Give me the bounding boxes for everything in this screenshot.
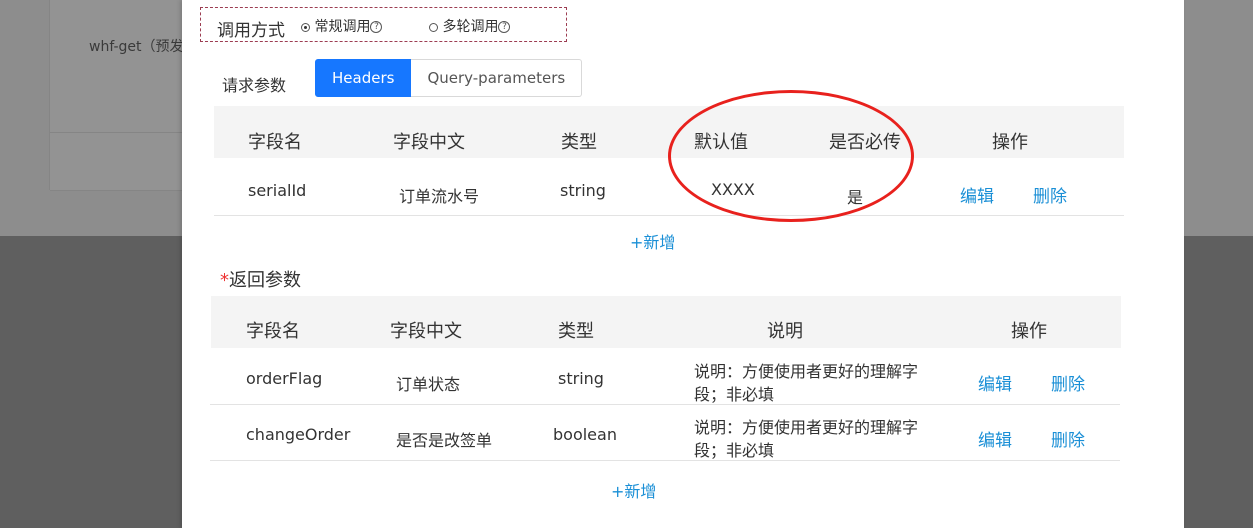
background-card — [49, 0, 190, 191]
field-type: string — [558, 369, 604, 388]
column-header: 说明 — [767, 321, 803, 342]
radio-label: 多轮调用 — [442, 19, 499, 35]
question-circle-icon[interactable]: ? — [370, 21, 383, 33]
response-table-header — [211, 296, 1121, 348]
tab-headers[interactable]: Headers — [315, 59, 412, 97]
field-description: 说明：方便使用者更好的理解字段；非必填 — [694, 362, 919, 404]
api-config-modal: 调用方式 常规调用? 多轮调用? 请求参数 Headers Query-para… — [182, 0, 1184, 528]
row-divider — [214, 215, 1124, 216]
request-tabs: Headers Query-parameters — [315, 59, 583, 97]
delete-link[interactable]: 删除 — [1051, 370, 1085, 395]
column-header: 字段中文 — [390, 321, 462, 342]
column-header: 类型 — [561, 132, 597, 153]
background-api-name: whf-get（预发 — [89, 39, 184, 55]
column-header: 字段中文 — [393, 132, 465, 153]
required-mark: * — [220, 270, 229, 291]
response-params-label: 返回参数 — [229, 270, 301, 291]
request-params-label: 请求参数 — [222, 76, 287, 95]
annotation-ellipse — [668, 90, 914, 222]
column-header: 操作 — [1011, 321, 1047, 342]
field-chinese: 订单状态 — [396, 375, 461, 394]
tab-query-parameters[interactable]: Query-parameters — [411, 59, 583, 97]
add-response-param-button[interactable]: +新增 — [611, 478, 656, 502]
field-chinese: 是否是改签单 — [396, 431, 493, 450]
field-chinese: 订单流水号 — [399, 187, 480, 206]
edit-link[interactable]: 编辑 — [978, 370, 1012, 395]
add-request-param-button[interactable]: +新增 — [630, 229, 675, 253]
radio-regular-call[interactable]: 常规调用? — [301, 16, 383, 36]
row-divider — [210, 460, 1120, 461]
radio-label: 常规调用 — [314, 19, 371, 35]
field-type: boolean — [553, 425, 617, 444]
column-header: 字段名 — [246, 321, 300, 342]
radio-unchecked-icon[interactable] — [429, 22, 438, 32]
edit-link[interactable]: 编辑 — [960, 182, 994, 207]
column-header: 操作 — [992, 132, 1028, 153]
field-name: changeOrder — [246, 425, 351, 444]
delete-link[interactable]: 删除 — [1051, 426, 1085, 451]
field-description: 说明：方便使用者更好的理解字段；非必填 — [694, 418, 919, 460]
edit-link[interactable]: 编辑 — [978, 426, 1012, 451]
call-mode-label: 调用方式 — [217, 21, 285, 41]
response-params-title: *返回参数 — [220, 266, 301, 292]
divider — [50, 132, 190, 133]
field-type: string — [560, 181, 606, 200]
question-circle-icon[interactable]: ? — [498, 21, 511, 33]
divider — [50, 190, 190, 191]
delete-link[interactable]: 删除 — [1033, 182, 1067, 207]
field-name: orderFlag — [246, 369, 323, 388]
radio-multi-round-call[interactable]: 多轮调用? — [429, 16, 511, 36]
column-header: 字段名 — [248, 132, 302, 153]
row-divider — [210, 404, 1120, 405]
radio-checked-icon[interactable] — [301, 22, 310, 32]
field-name: serialId — [248, 181, 307, 200]
column-header: 类型 — [558, 321, 594, 342]
